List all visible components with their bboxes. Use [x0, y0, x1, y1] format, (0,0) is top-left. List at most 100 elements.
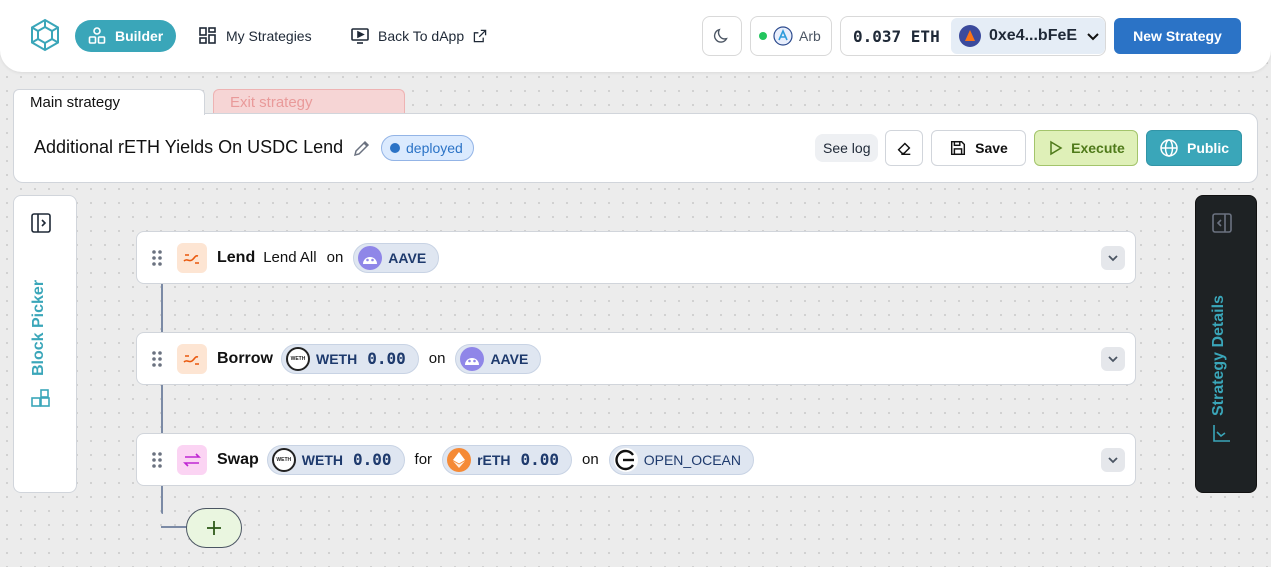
eraser-icon	[897, 142, 911, 156]
block-name: Lend	[217, 248, 256, 266]
wallet-balance: 0.037 ETH	[853, 26, 940, 46]
aave-icon	[358, 245, 383, 270]
clear-button[interactable]	[885, 130, 923, 166]
public-label: Public	[1186, 140, 1229, 156]
grid-icon	[199, 27, 216, 44]
block-picker-label: Block Picker	[30, 279, 47, 376]
nav-my-strategies-label: My Strategies	[226, 28, 312, 44]
chevron-down-icon	[1108, 457, 1118, 464]
app-logo-icon[interactable]	[28, 18, 62, 52]
weth-icon: WETH	[286, 346, 310, 371]
connector-line	[161, 385, 163, 433]
lend-icon	[177, 242, 207, 273]
new-strategy-button[interactable]: New Strategy	[1114, 18, 1241, 54]
theme-toggle-button[interactable]	[702, 16, 742, 56]
block-name: Swap	[217, 450, 259, 468]
open-ocean-icon	[613, 447, 638, 472]
connector-line	[161, 526, 187, 528]
protocol-label: OPEN_OCEAN	[643, 451, 741, 468]
chevron-down-icon	[1087, 33, 1099, 41]
monitor-icon	[351, 28, 369, 44]
wallet-avatar-icon	[959, 25, 981, 47]
on-text: on	[582, 451, 599, 468]
chart-icon	[1213, 425, 1230, 442]
play-icon	[1050, 140, 1063, 156]
blocks-icon	[31, 389, 50, 407]
collapse-panel-icon[interactable]	[1211, 212, 1233, 234]
expand-block-button[interactable]	[1101, 448, 1125, 472]
edit-pencil-icon[interactable]	[352, 138, 372, 158]
tab-exit-strategy[interactable]: Exit strategy	[213, 89, 405, 115]
external-link-icon	[473, 29, 487, 43]
token-from-amount: 0.00	[353, 450, 392, 469]
protocol-label: AAVE	[388, 249, 427, 266]
block-action-text: Lend All	[263, 249, 317, 266]
token-to-amount: 0.00	[520, 450, 560, 469]
strategy-details-label: Strategy Details	[1210, 295, 1227, 416]
plus-icon	[207, 521, 221, 535]
chevron-down-icon	[1108, 255, 1118, 262]
strategy-toolbar: Additional rETH Yields On USDC Lend depl…	[13, 113, 1258, 183]
token-from-chip[interactable]: WETH WETH 0.00	[266, 444, 405, 475]
builder-icon	[88, 27, 106, 44]
moon-icon	[713, 28, 728, 43]
connected-status-dot	[759, 32, 767, 40]
drag-handle-icon[interactable]	[137, 450, 177, 470]
on-text: on	[428, 350, 446, 367]
expand-block-button[interactable]	[1101, 246, 1125, 270]
block-swap[interactable]: Swap WETH WETH 0.00 for rETH 0.00 on OPE…	[136, 433, 1136, 486]
borrow-icon	[177, 343, 207, 374]
tab-main-strategy[interactable]: Main strategy	[13, 89, 205, 115]
chain-label: Arb	[799, 28, 821, 44]
expand-block-button[interactable]	[1101, 347, 1125, 371]
wallet-address-button[interactable]: 0xe4...bFeE	[951, 18, 1105, 54]
token-to-chip[interactable]: rETH 0.00	[442, 444, 573, 475]
strategy-details-panel[interactable]: Strategy Details	[1195, 195, 1257, 493]
wallet-box[interactable]: 0.037 ETH 0xe4...bFeE	[840, 16, 1106, 56]
expand-panel-icon[interactable]	[30, 212, 52, 234]
status-label: deployed	[406, 140, 463, 156]
for-text: for	[414, 451, 433, 468]
see-log-button[interactable]: See log	[815, 134, 879, 162]
drag-handle-icon[interactable]	[137, 349, 177, 369]
status-dot	[390, 143, 400, 153]
token-label: WETH	[316, 350, 358, 367]
add-block-button[interactable]	[186, 508, 242, 548]
protocol-chip[interactable]: AAVE	[455, 343, 542, 374]
token-from-label: WETH	[301, 451, 344, 468]
block-name: Borrow	[217, 349, 273, 367]
connector-line	[161, 486, 163, 514]
block-borrow[interactable]: Borrow WETH WETH 0.00 on AAVE	[136, 332, 1136, 385]
nav-my-strategies[interactable]: My Strategies	[188, 20, 322, 52]
connector-line	[161, 284, 163, 332]
token-chip[interactable]: WETH WETH 0.00	[281, 343, 419, 374]
save-label: Save	[975, 140, 1008, 156]
weth-icon: WETH	[271, 447, 296, 472]
save-icon	[951, 140, 966, 156]
on-text: on	[326, 249, 344, 266]
block-picker-panel[interactable]: Block Picker	[13, 195, 77, 493]
execute-label: Execute	[1071, 140, 1125, 156]
chevron-down-icon	[1108, 356, 1118, 363]
token-amount: 0.00	[367, 349, 406, 368]
chain-selector[interactable]: Arb	[750, 16, 832, 56]
save-button[interactable]: Save	[931, 130, 1026, 166]
nav-back-to-dapp-label: Back To dApp	[378, 28, 465, 44]
drag-handle-icon[interactable]	[137, 248, 177, 268]
nav-back-to-dapp[interactable]: Back To dApp	[340, 20, 498, 52]
token-to-label: rETH	[477, 451, 511, 468]
aave-icon	[460, 346, 485, 371]
protocol-chip[interactable]: OPEN_OCEAN	[608, 444, 754, 475]
nav-builder-label: Builder	[115, 28, 164, 44]
strategy-title: Additional rETH Yields On USDC Lend	[34, 137, 344, 157]
globe-icon	[1160, 139, 1178, 157]
execute-button[interactable]: Execute	[1034, 130, 1138, 166]
reth-icon	[447, 447, 472, 472]
block-lend[interactable]: Lend Lend All on AAVE	[136, 231, 1136, 284]
public-button[interactable]: Public	[1146, 130, 1242, 166]
top-header: Builder My Strategies Back To dApp Arb 0…	[0, 0, 1271, 72]
nav-builder[interactable]: Builder	[75, 20, 176, 52]
wallet-address: 0xe4...bFeE	[989, 27, 1078, 44]
protocol-chip[interactable]: AAVE	[353, 242, 440, 273]
swap-icon	[177, 444, 207, 475]
